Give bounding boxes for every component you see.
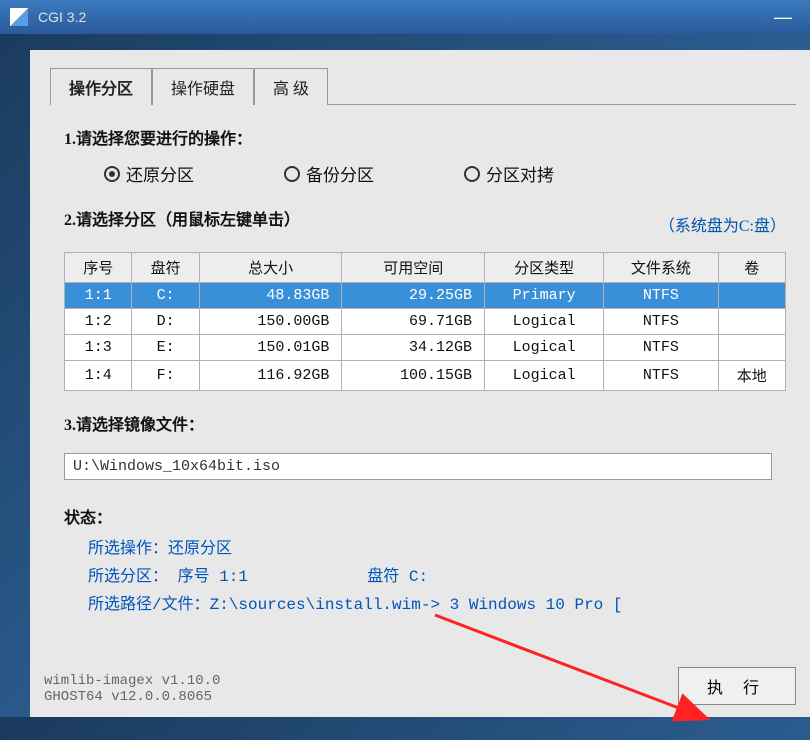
- step1-section: 1.请选择您要进行的操作： 还原分区 备份分区 分区对拷: [64, 125, 786, 186]
- minimize-button[interactable]: —: [766, 7, 800, 28]
- radio-dot-icon: [104, 166, 120, 182]
- status-path: 所选路径/文件：Z:\sources\install.wim-> 3 Windo…: [88, 590, 786, 614]
- col-free[interactable]: 可用空间: [342, 253, 485, 283]
- main-panel: 操作分区 操作硬盘 高 级 1.请选择您要进行的操作： 还原分区 备份分区 分区…: [30, 50, 810, 717]
- image-path-input[interactable]: [64, 453, 772, 480]
- status-section: 状态： 所选操作：还原分区 所选分区： 序号 1:1 盘符 C: 所选路径/文件…: [64, 504, 786, 614]
- radio-dot-icon: [284, 166, 300, 182]
- col-total[interactable]: 总大小: [199, 253, 342, 283]
- tab-bar: 操作分区 操作硬盘 高 级: [50, 68, 796, 105]
- status-partition: 所选分区： 序号 1:1 盘符 C:: [88, 562, 786, 586]
- step1-label: 1.请选择您要进行的操作：: [64, 125, 786, 149]
- status-operation: 所选操作：还原分区: [88, 534, 786, 558]
- step2-section: 2.请选择分区（用鼠标左键单击） （系统盘为C:盘） 序号 盘符 总大小 可用空…: [64, 206, 786, 391]
- wimlib-version: wimlib-imagex v1.10.0: [44, 673, 220, 689]
- col-ptype[interactable]: 分区类型: [485, 253, 604, 283]
- table-row[interactable]: 1:4F:116.92GB100.15GBLogicalNTFS本地: [65, 361, 786, 391]
- status-title: 状态：: [64, 504, 786, 528]
- step3-label: 3.请选择镜像文件：: [64, 411, 786, 435]
- col-drive[interactable]: 盘符: [132, 253, 199, 283]
- radio-restore-partition[interactable]: 还原分区: [104, 161, 194, 186]
- window-title: CGI 3.2: [38, 9, 86, 25]
- step2-label: 2.请选择分区（用鼠标左键单击）: [64, 206, 300, 230]
- tab-partition-ops[interactable]: 操作分区: [50, 68, 152, 105]
- radio-dot-icon: [464, 166, 480, 182]
- radio-backup-partition[interactable]: 备份分区: [284, 161, 374, 186]
- table-row[interactable]: 1:2D:150.00GB69.71GBLogicalNTFS: [65, 309, 786, 335]
- col-no[interactable]: 序号: [65, 253, 132, 283]
- step3-section: 3.请选择镜像文件：: [64, 411, 786, 480]
- titlebar: CGI 3.2 —: [0, 0, 810, 34]
- table-row[interactable]: 1:1C:48.83GB29.25GBPrimaryNTFS: [65, 283, 786, 309]
- col-fs[interactable]: 文件系统: [604, 253, 718, 283]
- system-drive-hint: （系统盘为C:盘）: [659, 212, 786, 236]
- app-logo-icon: [10, 8, 28, 26]
- table-row[interactable]: 1:3E:150.01GB34.12GBLogicalNTFS: [65, 335, 786, 361]
- col-vol[interactable]: 卷: [718, 253, 785, 283]
- footer: wimlib-imagex v1.10.0 GHOST64 v12.0.0.80…: [44, 667, 796, 705]
- partition-table: 序号 盘符 总大小 可用空间 分区类型 文件系统 卷 1:1C:48.83GB2…: [64, 252, 786, 391]
- execute-button[interactable]: 执 行: [678, 667, 796, 705]
- ghost-version: GHOST64 v12.0.0.8065: [44, 689, 220, 705]
- tab-advanced[interactable]: 高 级: [254, 68, 328, 105]
- radio-copy-partition[interactable]: 分区对拷: [464, 161, 554, 186]
- tab-disk-ops[interactable]: 操作硬盘: [152, 68, 254, 105]
